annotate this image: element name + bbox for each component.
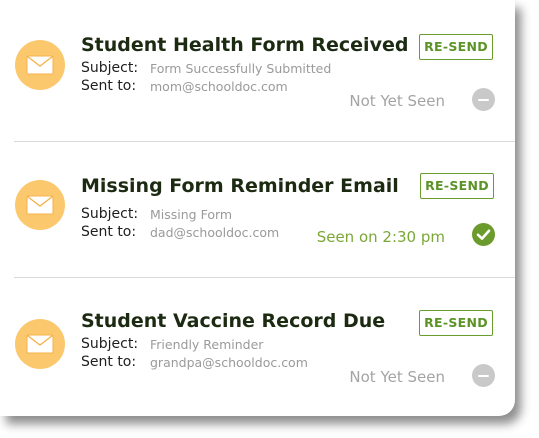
notification-card: Student Health Form Received Subject: Fo… bbox=[0, 0, 515, 416]
notification-item: Student Health Form Received Subject: Fo… bbox=[0, 0, 515, 141]
sent-to-label: Sent to: bbox=[81, 354, 137, 370]
subject-value: Friendly Reminder bbox=[150, 337, 264, 352]
minus-circle-icon bbox=[472, 88, 495, 111]
notification-item: Missing Form Reminder Email Subject: Mis… bbox=[0, 142, 515, 277]
envelope-icon bbox=[15, 180, 65, 230]
resend-button[interactable]: RE-SEND bbox=[420, 173, 494, 199]
subject-label: Subject: bbox=[81, 206, 139, 222]
sent-to-label: Sent to: bbox=[81, 224, 137, 240]
subject-label: Subject: bbox=[81, 60, 139, 76]
envelope-icon bbox=[15, 319, 65, 369]
notification-title: Student Vaccine Record Due bbox=[81, 310, 386, 332]
status-text: Not Yet Seen bbox=[349, 92, 445, 110]
notification-item: Student Vaccine Record Due Subject: Frie… bbox=[0, 278, 515, 416]
notification-title: Missing Form Reminder Email bbox=[81, 175, 399, 197]
minus-circle-icon bbox=[472, 364, 495, 387]
sent-to-value: grandpa@schooldoc.com bbox=[150, 355, 308, 370]
resend-button[interactable]: RE-SEND bbox=[419, 34, 493, 60]
subject-value: Missing Form bbox=[150, 207, 233, 222]
check-circle-icon bbox=[472, 223, 495, 246]
status-text: Seen on 2:30 pm bbox=[316, 228, 445, 246]
sent-to-value: mom@schooldoc.com bbox=[150, 79, 288, 94]
resend-button[interactable]: RE-SEND bbox=[419, 310, 493, 336]
sent-to-value: dad@schooldoc.com bbox=[150, 225, 280, 240]
sent-to-label: Sent to: bbox=[81, 78, 137, 94]
subject-label: Subject: bbox=[81, 336, 139, 352]
subject-value: Form Successfully Submitted bbox=[150, 61, 332, 76]
envelope-icon bbox=[15, 40, 65, 90]
notification-title: Student Health Form Received bbox=[81, 34, 409, 56]
status-text: Not Yet Seen bbox=[349, 368, 445, 386]
